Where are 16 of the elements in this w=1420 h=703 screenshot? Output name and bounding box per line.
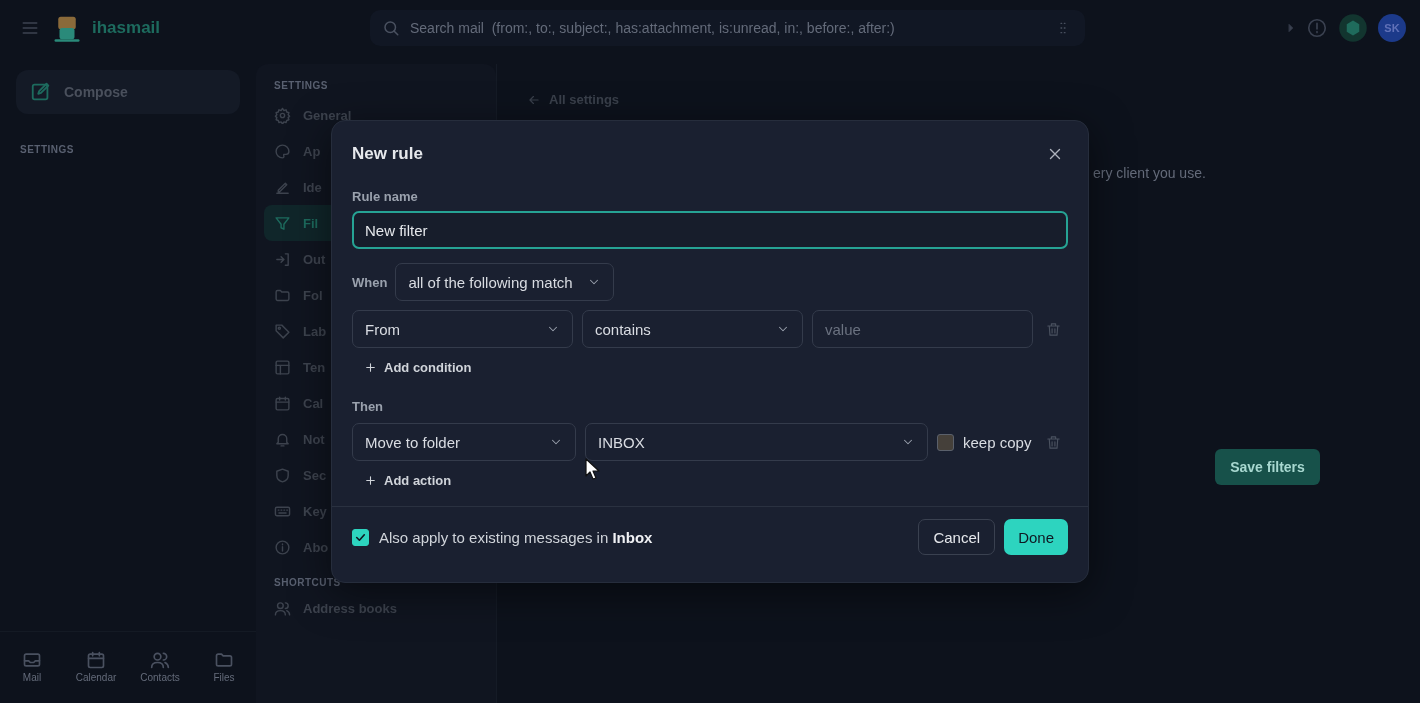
field-label: When (352, 274, 388, 290)
nav-label: Mail (22, 672, 42, 683)
menu-label: Fil (303, 215, 319, 231)
field-label: Then (352, 399, 384, 414)
checkbox-label: keep copy (963, 433, 1032, 451)
nav-label: Contacts (140, 672, 180, 683)
dialog-title: New rule (352, 144, 423, 164)
nav-label: Calendar (75, 672, 117, 683)
section-label: SETTINGS (20, 144, 74, 155)
section-label: SETTINGS (273, 79, 329, 93)
nav-label: Files (213, 672, 235, 683)
app-name: ihasmail (92, 18, 161, 38)
section-label: SHORTCUTS (273, 576, 342, 590)
description-text: ery client you use. (1093, 165, 1206, 181)
field-label: Rule name (352, 189, 418, 204)
checkbox-label: Also apply to existing messages in Inbox (379, 528, 653, 546)
